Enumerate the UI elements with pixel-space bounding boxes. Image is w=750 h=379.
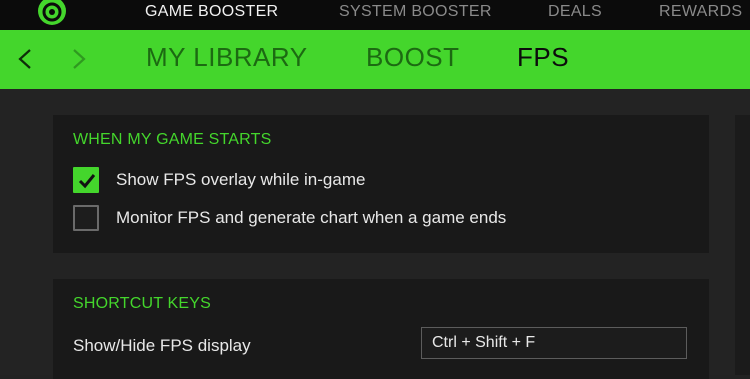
- chevron-right-icon[interactable]: [66, 41, 92, 77]
- tab-my-library[interactable]: MY LIBRARY: [146, 42, 308, 73]
- show-hide-fps-label: Show/Hide FPS display: [73, 336, 251, 355]
- razer-cortex-logo-icon[interactable]: [34, 0, 70, 26]
- chevron-left-icon[interactable]: [12, 41, 38, 77]
- show-fps-overlay-label[interactable]: Show FPS overlay while in-game: [116, 170, 365, 190]
- tab-system-booster[interactable]: SYSTEM BOOSTER: [339, 3, 492, 21]
- monitor-fps-checkbox[interactable]: [73, 205, 99, 231]
- tab-deals[interactable]: DEALS: [548, 3, 602, 21]
- section-title-game-starts: WHEN MY GAME STARTS: [73, 131, 272, 148]
- tab-fps[interactable]: FPS: [517, 42, 569, 73]
- sub-navigation-bar: MY LIBRARY BOOST FPS: [0, 30, 750, 89]
- tab-game-booster[interactable]: GAME BOOSTER: [145, 3, 278, 21]
- checkmark-icon: [78, 174, 96, 189]
- side-panel-edge: [735, 115, 750, 375]
- tab-boost[interactable]: BOOST: [366, 42, 460, 73]
- top-navigation-bar: GAME BOOSTER SYSTEM BOOSTER DEALS REWARD…: [0, 0, 750, 30]
- show-fps-overlay-checkbox[interactable]: [73, 167, 99, 193]
- monitor-fps-label[interactable]: Monitor FPS and generate chart when a ga…: [116, 208, 506, 228]
- show-hide-fps-shortcut-input[interactable]: [421, 327, 687, 359]
- section-title-shortcut-keys: SHORTCUT KEYS: [73, 295, 212, 312]
- tab-rewards[interactable]: REWARDS: [659, 3, 742, 21]
